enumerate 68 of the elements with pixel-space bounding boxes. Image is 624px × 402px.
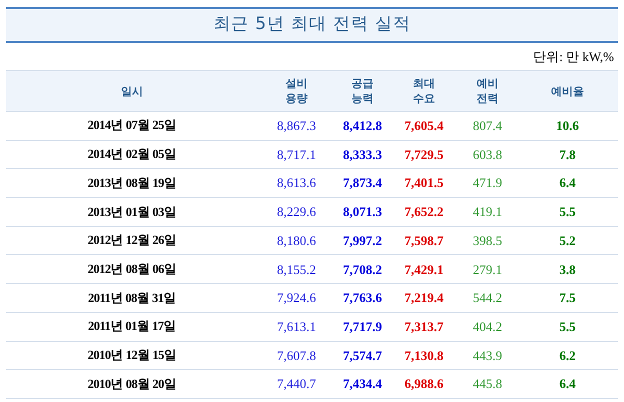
table-cell-text: 5.5 [559, 203, 576, 222]
table-cell-text: 807.4 [472, 117, 502, 136]
table-cell-text: 7,401.5 [404, 174, 444, 192]
table-cell-text: 2012년 12월 26일 [88, 232, 176, 250]
table-cell-text: 3.8 [559, 260, 576, 279]
column-header: 설비 용량 [286, 76, 308, 106]
table-cell-text: 7,763.6 [343, 289, 382, 308]
table-cell-text: 2010년 12월 15일 [88, 346, 176, 364]
table-cell-text: 7.5 [559, 289, 576, 308]
table-cell-text: 8,613.6 [277, 174, 316, 192]
table-cell-text: 7,613.1 [277, 318, 316, 336]
table-cell-text: 7,429.1 [404, 260, 444, 279]
table-cell-text: 6,988.6 [404, 375, 444, 394]
table-cell-text: 7,598.7 [404, 232, 444, 250]
table-cell-text: 7,708.2 [343, 260, 382, 279]
table-cell-text: 7,313.7 [404, 318, 444, 336]
column-header: 예비율 [551, 84, 584, 98]
table-cell-text: 8,229.6 [277, 203, 316, 222]
table-cell-text: 6.4 [559, 174, 576, 192]
table-cell-text: 8,180.6 [277, 232, 316, 250]
table-cell-text: 2013년 01월 03일 [88, 204, 176, 221]
table-cell-text: 471.9 [472, 174, 502, 192]
table-cell-text: 7,924.6 [277, 289, 316, 308]
table-cell-text: 8,412.8 [343, 117, 382, 136]
table-cell-text: 2014년 02월 05일 [88, 146, 176, 164]
table-cell-text: 404.2 [472, 318, 502, 336]
table-cell-text: 7,873.4 [343, 174, 382, 192]
table-cell-text: 6.4 [559, 375, 576, 394]
table-cell-text: 7,130.8 [404, 346, 444, 365]
table-cell-text: 279.1 [472, 260, 502, 279]
table-cell-text: 7,607.8 [277, 346, 316, 365]
table-cell-text: 8,717.1 [277, 146, 316, 164]
table-cell-text: 443.9 [472, 346, 502, 365]
table-cell-text: 2011년 08월 31일 [88, 290, 176, 307]
table-cell-text: 2014년 07월 25일 [88, 117, 176, 134]
table-cell-text: 5.5 [559, 318, 576, 336]
table-cell-text: 5.2 [559, 232, 576, 250]
table-cell-text: 398.5 [472, 232, 502, 250]
table-cell-text: 7,652.2 [404, 203, 444, 222]
unit-label: 단위: 만 kW,% [533, 48, 614, 66]
table-cell-text: 8,155.2 [277, 260, 316, 279]
table-cell-text: 6.2 [559, 346, 576, 365]
column-header: 공급 능력 [352, 76, 374, 106]
table-cell-text: 7,605.4 [404, 117, 444, 136]
table-cell-text: 2011년 01월 17일 [88, 318, 176, 336]
table-cell-text: 7,219.4 [404, 289, 444, 308]
table-cell-text: 10.6 [556, 117, 579, 136]
table-title: 최근 5년 최대 전력 실적 [213, 13, 411, 36]
table-cell-text: 603.8 [472, 146, 502, 164]
table-cell-text: 419.1 [472, 203, 502, 222]
table-cell-text: 7,997.2 [343, 232, 382, 250]
table-cell-text: 8,333.3 [343, 146, 382, 164]
table-cell-text: 7,440.7 [277, 375, 316, 394]
table-cell-text: 8,071.3 [343, 203, 382, 222]
table-cell-text: 544.2 [472, 289, 502, 308]
table-cell-text: 2012년 08월 06일 [88, 260, 176, 278]
column-header: 예비 전력 [476, 76, 498, 106]
table-cell-text: 2013년 08월 19일 [88, 174, 176, 192]
table-cell-text: 7,574.7 [343, 346, 382, 365]
table-cell-text: 8,867.3 [277, 117, 316, 136]
table-cell-text: 7,717.9 [343, 318, 382, 336]
column-header: 일시 [121, 84, 143, 98]
table-cell-text: 7,729.5 [404, 146, 444, 164]
table-cell-text: 7,434.4 [343, 375, 382, 394]
table-cell-text: 2010년 08월 20일 [88, 376, 176, 393]
column-header: 최대 수요 [413, 76, 435, 106]
table-cell-text: 445.8 [472, 375, 502, 394]
table-cell-text: 7.8 [559, 146, 576, 164]
